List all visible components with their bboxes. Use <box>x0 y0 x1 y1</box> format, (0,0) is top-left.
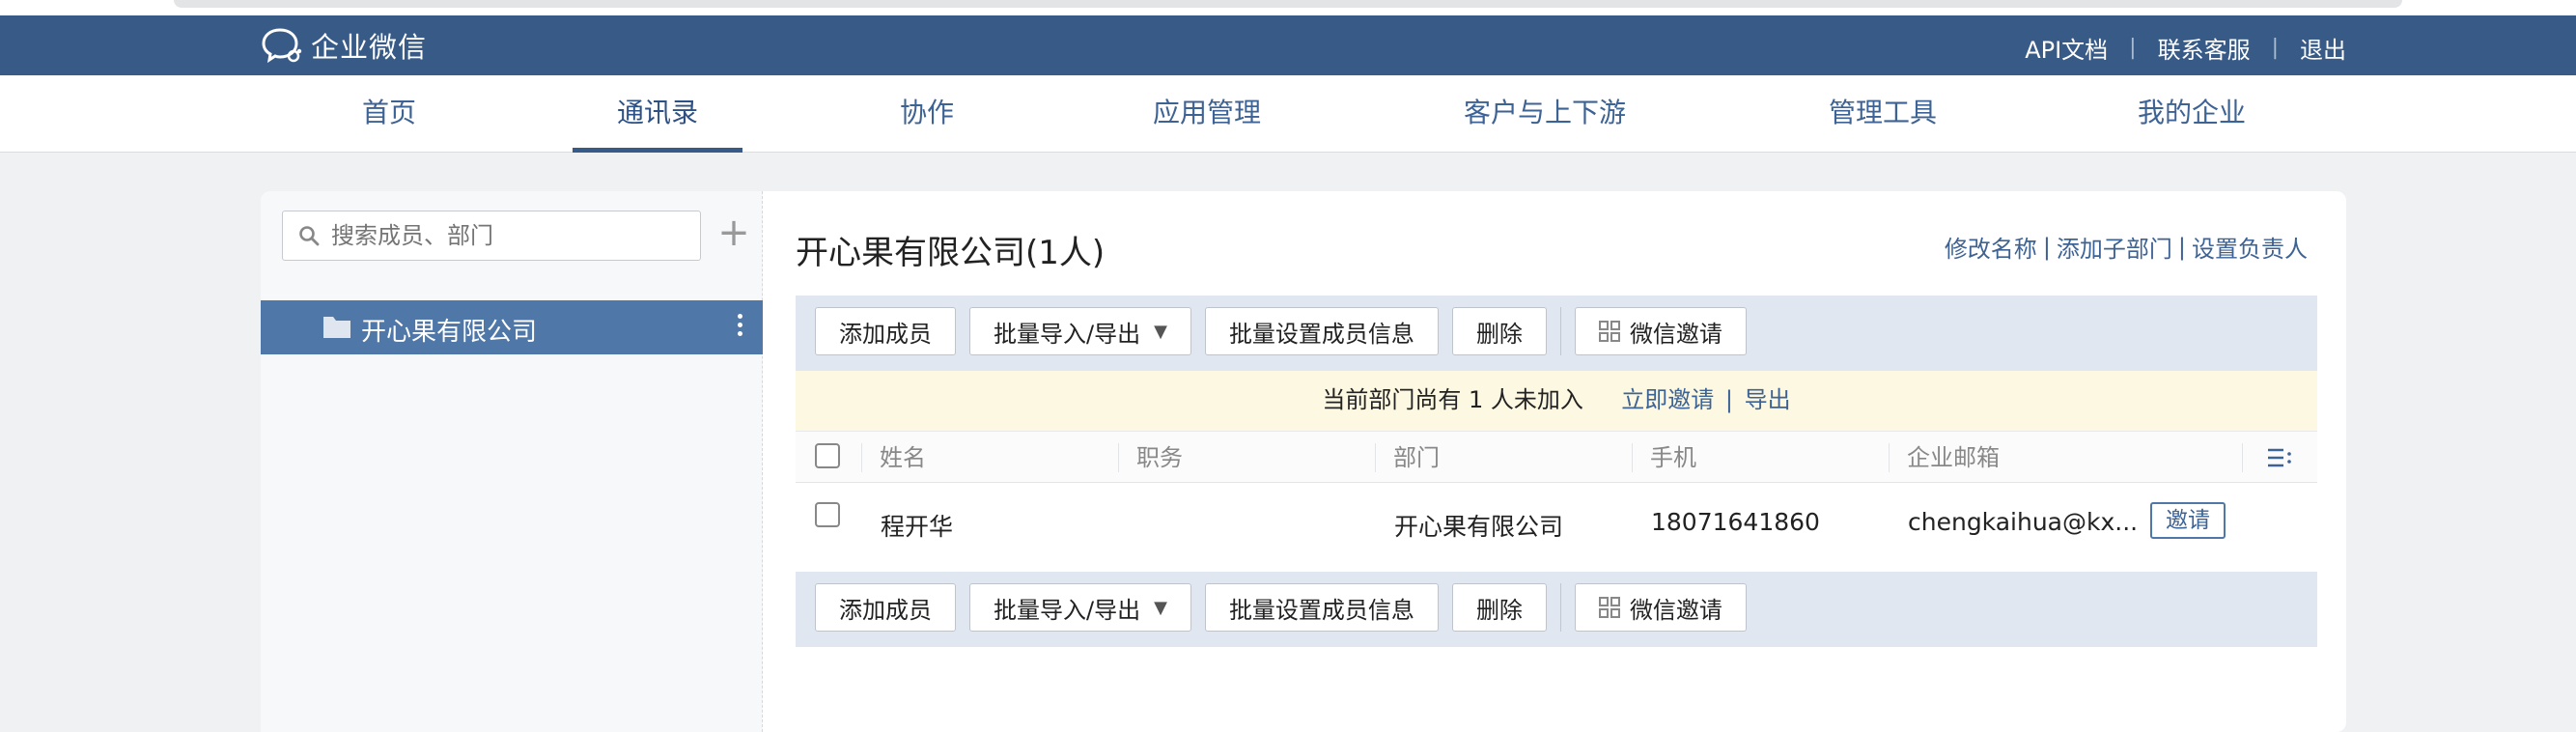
top-links: API文档 | 联系客服 | 退出 <box>2025 31 2346 65</box>
batch-set-info-label: 批量设置成员信息 <box>1228 320 1414 348</box>
batch-set-info-button[interactable]: 批量设置成员信息 <box>1204 583 1439 632</box>
export-link[interactable]: 导出 <box>1745 386 1791 413</box>
caret-down-icon: ▼ <box>1154 321 1167 342</box>
column-phone[interactable]: 手机 <box>1632 443 1696 472</box>
wechat-invite-button[interactable]: 微信邀请 <box>1574 307 1747 355</box>
column-divider <box>2242 443 2243 472</box>
department-actions: 修改名称 | 添加子部门 | 设置负责人 <box>1945 230 2308 264</box>
add-member-label: 添加成员 <box>839 320 932 348</box>
member-phone: 18071641860 <box>1651 508 1820 536</box>
wechat-invite-button[interactable]: 微信邀请 <box>1574 583 1747 632</box>
action-separator: | <box>2042 233 2051 261</box>
delete-label: 删除 <box>1475 320 1523 348</box>
qr-code-icon <box>1598 321 1620 342</box>
folder-icon <box>323 317 350 338</box>
toolbar-divider <box>1559 307 1561 355</box>
bottom-toolbar: 添加成员 批量导入/导出 ▼ 批量设置成员信息 删除 微信邀请 <box>796 572 2317 647</box>
browser-top-strip <box>0 0 2576 15</box>
wechat-invite-label: 微信邀请 <box>1629 596 1722 624</box>
action-separator: | <box>2177 233 2186 261</box>
contact-support-link[interactable]: 联系客服 <box>2158 31 2251 65</box>
main-nav: 首页 通讯录 协作 应用管理 客户与上下游 管理工具 我的企业 <box>0 75 2576 153</box>
department-title: 开心果有限公司(1人) <box>796 234 1106 272</box>
department-sidebar: + 开心果有限公司 <box>261 191 763 732</box>
search-icon <box>299 226 320 246</box>
batch-set-info-button[interactable]: 批量设置成员信息 <box>1204 307 1439 355</box>
batch-import-export-label: 批量导入/导出 <box>994 596 1141 624</box>
search-input[interactable] <box>331 222 679 249</box>
wechat-invite-label: 微信邀请 <box>1629 320 1722 348</box>
wecom-logo-icon <box>262 28 302 64</box>
column-settings-icon[interactable] <box>2267 446 2292 469</box>
column-department[interactable]: 部门 <box>1375 443 1440 472</box>
table-row[interactable]: 程开华 开心果有限公司 18071641860 chengkaihua@kx..… <box>796 483 2317 560</box>
add-member-button[interactable]: 添加成员 <box>815 583 956 632</box>
toolbar-divider <box>1559 583 1561 632</box>
contacts-panel: + 开心果有限公司 开心果有限公司(1人) 修改名称 | 添加子部门 | 设置负… <box>261 191 2346 732</box>
nav-home[interactable]: 首页 <box>343 75 435 153</box>
notice-text: 当前部门尚有 1 人未加入 <box>1322 386 1583 413</box>
nav-contacts[interactable]: 通讯录 <box>573 75 742 153</box>
top-link-separator: | <box>2129 36 2137 60</box>
row-checkbox[interactable] <box>815 502 840 527</box>
rename-department-link[interactable]: 修改名称 <box>1945 230 2037 264</box>
top-link-separator: | <box>2271 36 2279 60</box>
brand-logo[interactable]: 企业微信 <box>261 25 427 66</box>
batch-import-export-button[interactable]: 批量导入/导出 ▼ <box>969 307 1191 355</box>
nav-customers-partners[interactable]: 客户与上下游 <box>1448 75 1641 153</box>
member-email: chengkaihua@kx... <box>1908 508 2139 536</box>
add-member-label: 添加成员 <box>839 596 932 624</box>
brand-name: 企业微信 <box>311 31 428 64</box>
top-toolbar: 添加成员 批量导入/导出 ▼ 批量设置成员信息 删除 微信邀请 <box>796 296 2317 371</box>
qr-code-icon <box>1598 597 1620 618</box>
set-manager-link[interactable]: 设置负责人 <box>2192 230 2308 264</box>
member-table-header: 姓名 职务 部门 手机 企业邮箱 <box>796 431 2317 483</box>
nav-admin-tools[interactable]: 管理工具 <box>1815 75 1950 153</box>
search-box[interactable] <box>282 211 701 261</box>
invite-member-button[interactable]: 邀请 <box>2150 502 2226 539</box>
batch-set-info-label: 批量设置成员信息 <box>1228 596 1414 624</box>
nav-app-management[interactable]: 应用管理 <box>1139 75 1274 153</box>
tree-node-label: 开心果有限公司 <box>361 318 538 347</box>
member-department: 开心果有限公司 <box>1394 513 1564 541</box>
invite-now-link[interactable]: 立即邀请 <box>1621 386 1714 413</box>
logout-link[interactable]: 退出 <box>2300 31 2346 65</box>
tree-node-company[interactable]: 开心果有限公司 <box>261 300 763 354</box>
delete-label: 删除 <box>1475 596 1523 624</box>
member-name[interactable]: 程开华 <box>881 508 953 543</box>
nav-my-company[interactable]: 我的企业 <box>2124 75 2259 153</box>
notice-separator: | <box>1724 386 1733 413</box>
top-bar: 企业微信 API文档 | 联系客服 | 退出 <box>0 15 2576 75</box>
column-title[interactable]: 职务 <box>1118 443 1183 472</box>
more-options-icon[interactable] <box>734 310 745 345</box>
batch-import-export-button[interactable]: 批量导入/导出 ▼ <box>969 583 1191 632</box>
nav-collaboration[interactable]: 协作 <box>879 75 975 153</box>
add-member-button[interactable]: 添加成员 <box>815 307 956 355</box>
caret-down-icon: ▼ <box>1154 597 1167 618</box>
add-subdepartment-link[interactable]: 添加子部门 <box>2057 230 2172 264</box>
delete-button[interactable]: 删除 <box>1451 307 1547 355</box>
batch-import-export-label: 批量导入/导出 <box>994 320 1141 348</box>
delete-button[interactable]: 删除 <box>1451 583 1547 632</box>
add-department-button[interactable]: + <box>714 212 753 257</box>
column-name[interactable]: 姓名 <box>861 443 926 472</box>
column-email[interactable]: 企业邮箱 <box>1889 443 2000 472</box>
select-all-checkbox[interactable] <box>815 443 840 468</box>
pending-notice: 当前部门尚有 1 人未加入 立即邀请 | 导出 <box>796 371 2317 431</box>
api-docs-link[interactable]: API文档 <box>2025 31 2108 65</box>
